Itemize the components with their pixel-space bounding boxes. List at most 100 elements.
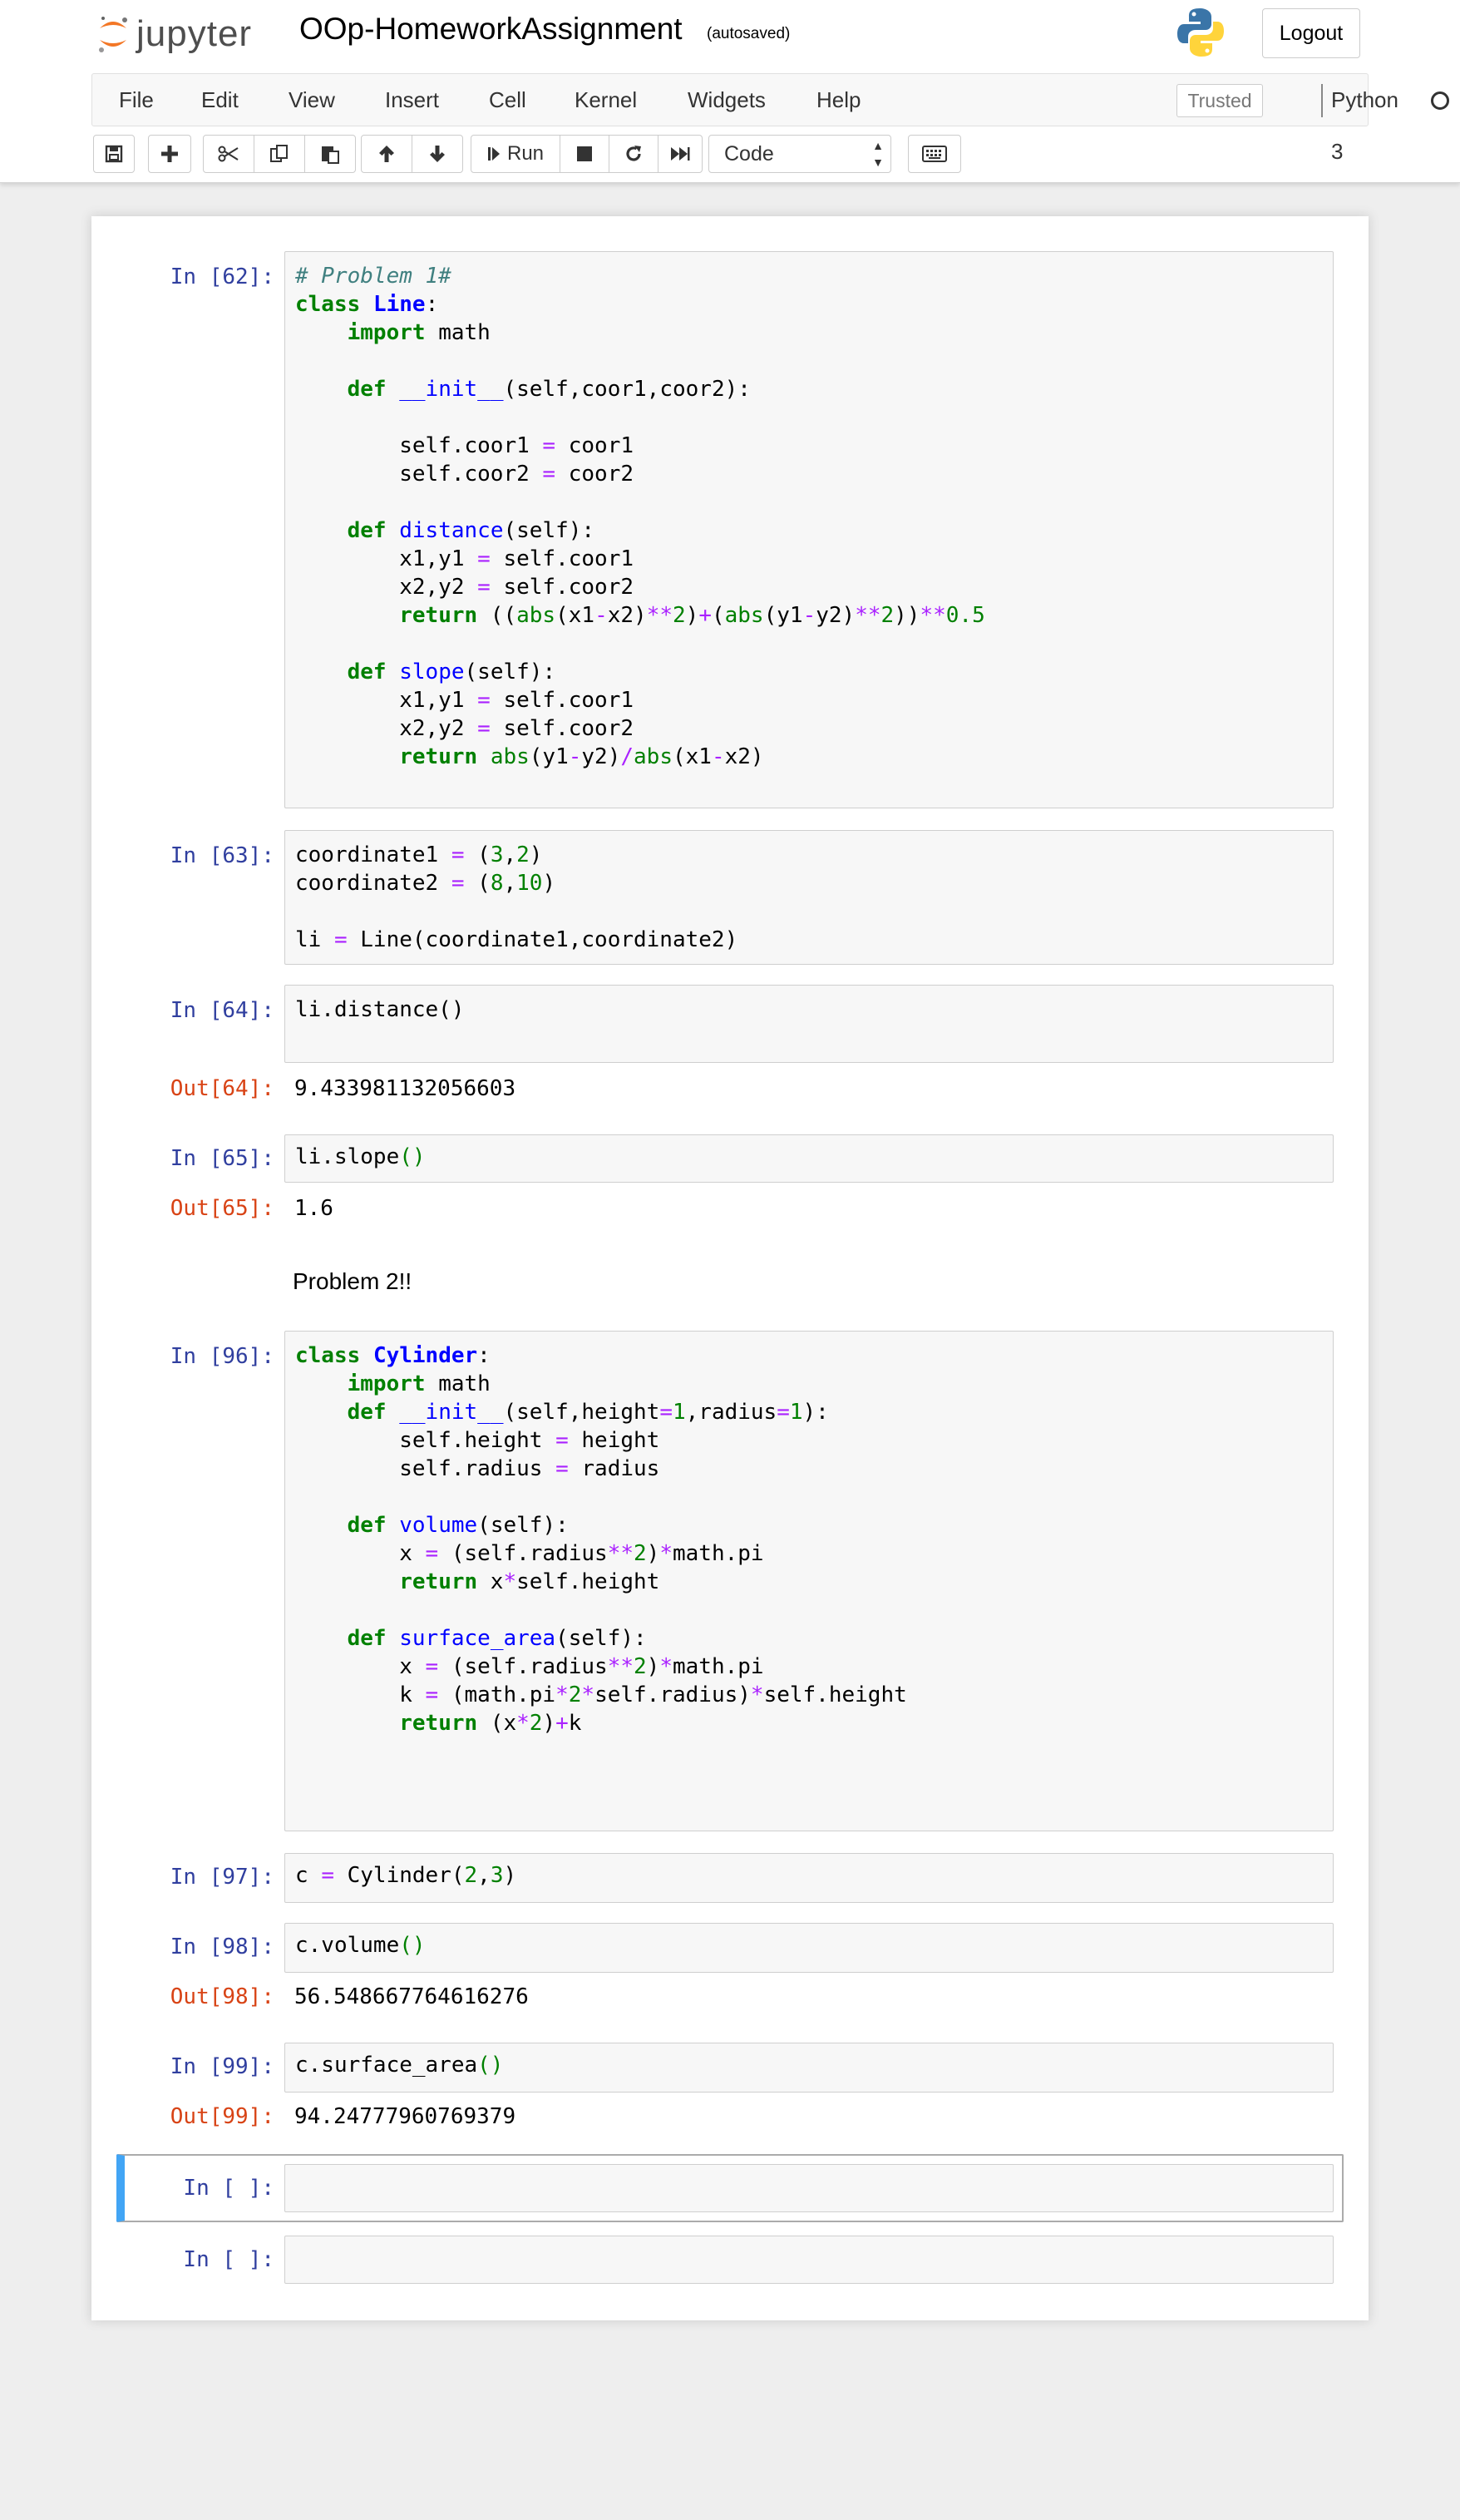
- menu-edit[interactable]: Edit: [201, 74, 239, 126]
- notebook-title[interactable]: OOp-HomeworkAssignment: [299, 12, 683, 47]
- cell-output: 9.433981132056603: [294, 1076, 516, 1101]
- run-icon: [487, 147, 500, 161]
- logout-button[interactable]: Logout: [1262, 8, 1360, 58]
- menu-insert[interactable]: Insert: [385, 74, 439, 126]
- menu-cell[interactable]: Cell: [489, 74, 526, 126]
- code-line: def surface_area(self):: [347, 1626, 647, 1651]
- cell-output: 94.24777960769379: [294, 2104, 516, 2129]
- code-line: class Line:: [295, 292, 439, 317]
- code-editor[interactable]: [285, 2236, 1333, 2246]
- menu-widgets[interactable]: Widgets: [688, 74, 766, 126]
- code-line: self.radius = radius: [295, 1456, 660, 1481]
- code-line: import math: [347, 1371, 491, 1396]
- save-button[interactable]: [93, 135, 135, 173]
- restart-button[interactable]: [609, 135, 658, 173]
- python-logo-icon: [1177, 8, 1224, 57]
- move-down-button[interactable]: [412, 135, 463, 173]
- copy-button[interactable]: [254, 135, 305, 173]
- kernel-divider: [1321, 84, 1323, 117]
- code-editor[interactable]: c.surface_area(): [285, 2043, 1333, 2079]
- restart-run-all-button[interactable]: [658, 135, 703, 173]
- code-cell-63[interactable]: coordinate1 = (3,2) coordinate2 = (8,10)…: [284, 830, 1334, 965]
- menu-help[interactable]: Help: [816, 74, 861, 126]
- code-editor[interactable]: li.distance(): [285, 986, 1333, 1024]
- input-prompt: In [64]:: [170, 998, 274, 1023]
- menu-view[interactable]: View: [289, 74, 335, 126]
- code-editor[interactable]: c = Cylinder(2,3): [285, 1854, 1333, 1890]
- code-editor[interactable]: coordinate1 = (3,2) coordinate2 = (8,10)…: [285, 831, 1333, 954]
- code-editor[interactable]: # Problem 1# class Line: import math def…: [285, 252, 1333, 771]
- code-cell-empty[interactable]: [284, 2236, 1334, 2284]
- input-prompt: In [97]:: [170, 1865, 274, 1890]
- plus-icon: [161, 146, 178, 162]
- output-prompt: Out[65]:: [170, 1196, 274, 1221]
- input-prompt: In [98]:: [170, 1934, 274, 1959]
- menu-file[interactable]: File: [119, 74, 154, 126]
- code-line: x1,y1 = self.coor1: [295, 546, 634, 571]
- code-line: def __init__(self,height=1,radius=1):: [347, 1400, 829, 1425]
- code-line: c.surface_area(): [295, 2053, 504, 2078]
- code-cell-62[interactable]: # Problem 1# class Line: import math def…: [284, 251, 1334, 808]
- code-line: coordinate1 = (3,2): [295, 842, 543, 867]
- code-line: def volume(self):: [347, 1513, 569, 1538]
- menu-kernel[interactable]: Kernel: [575, 74, 637, 126]
- code-cell-64[interactable]: li.distance(): [284, 985, 1334, 1063]
- code-line: self.coor1 = coor1: [295, 433, 634, 458]
- cell-output: 1.6: [294, 1196, 333, 1221]
- code-line: self.coor2 = coor2: [295, 462, 634, 487]
- cell-type-select[interactable]: Code ▲ ▼: [708, 135, 891, 173]
- code-line: def slope(self):: [347, 660, 556, 684]
- fast-forward-icon: [671, 147, 690, 161]
- code-editor[interactable]: li.slope(): [285, 1135, 1333, 1171]
- code-line: class Cylinder:: [295, 1343, 491, 1368]
- restart-icon: [626, 146, 641, 161]
- code-editor[interactable]: [285, 2165, 1333, 2175]
- code-line: return (x*2)+k: [399, 1711, 582, 1736]
- code-line: li.slope(): [295, 1144, 426, 1169]
- code-line: x = (self.radius**2)*math.pi: [295, 1541, 764, 1566]
- input-prompt: In [62]:: [170, 264, 274, 289]
- move-up-button[interactable]: [361, 135, 412, 173]
- code-cell-99[interactable]: c.surface_area(): [284, 2043, 1334, 2093]
- input-prompt: In [65]:: [170, 1146, 274, 1171]
- code-line: return ((abs(x1-x2)**2)+(abs(y1-y2)**2))…: [399, 603, 985, 628]
- command-palette-button[interactable]: [908, 135, 961, 173]
- arrow-down-icon: [430, 146, 445, 162]
- markdown-cell[interactable]: Problem 2!!: [293, 1268, 412, 1295]
- insert-cell-button[interactable]: [148, 135, 191, 173]
- code-cell-65[interactable]: li.slope(): [284, 1134, 1334, 1183]
- copy-icon: [270, 145, 288, 162]
- trusted-indicator[interactable]: Trusted: [1176, 84, 1263, 117]
- code-cell-96[interactable]: class Cylinder: import math def __init__…: [284, 1331, 1334, 1831]
- kernel-name: Python 3: [1331, 87, 1398, 164]
- code-line: coordinate2 = (8,10): [295, 871, 556, 896]
- input-prompt: In [99]:: [170, 2054, 274, 2079]
- code-line: import math: [347, 320, 491, 345]
- code-editor[interactable]: c.volume(): [285, 1924, 1333, 1959]
- cut-icon: [218, 146, 239, 162]
- input-prompt: In [63]:: [170, 843, 274, 868]
- code-cell-empty[interactable]: [284, 2164, 1334, 2212]
- run-button[interactable]: Run: [471, 135, 560, 173]
- code-cell-97[interactable]: c = Cylinder(2,3): [284, 1853, 1334, 1903]
- code-cell-98[interactable]: c.volume(): [284, 1923, 1334, 1973]
- interrupt-button[interactable]: [560, 135, 609, 173]
- save-icon: [105, 145, 123, 163]
- code-line: li = Line(coordinate1,coordinate2): [295, 927, 738, 952]
- logo-text: jupyter: [136, 13, 253, 54]
- code-line: x2,y2 = self.coor2: [295, 716, 634, 741]
- code-line: return x*self.height: [399, 1569, 660, 1594]
- autosave-status: (autosaved): [707, 25, 791, 42]
- code-line: return abs(y1-y2)/abs(x1-x2): [399, 744, 764, 769]
- run-label: Run: [506, 142, 545, 165]
- paste-button[interactable]: [304, 135, 356, 173]
- jupyter-logo[interactable]: jupyter: [96, 8, 252, 60]
- header: jupyter OOp-HomeworkAssignment (autosave…: [0, 0, 1460, 183]
- code-line: c.volume(): [295, 1933, 426, 1958]
- code-line: x2,y2 = self.coor2: [295, 575, 634, 600]
- code-editor[interactable]: class Cylinder: import math def __init__…: [285, 1332, 1333, 1737]
- cut-button[interactable]: [203, 135, 254, 173]
- stop-icon: [577, 146, 592, 161]
- code-line: def __init__(self,coor1,coor2):: [347, 377, 751, 402]
- cell-type-value: Code: [724, 142, 774, 166]
